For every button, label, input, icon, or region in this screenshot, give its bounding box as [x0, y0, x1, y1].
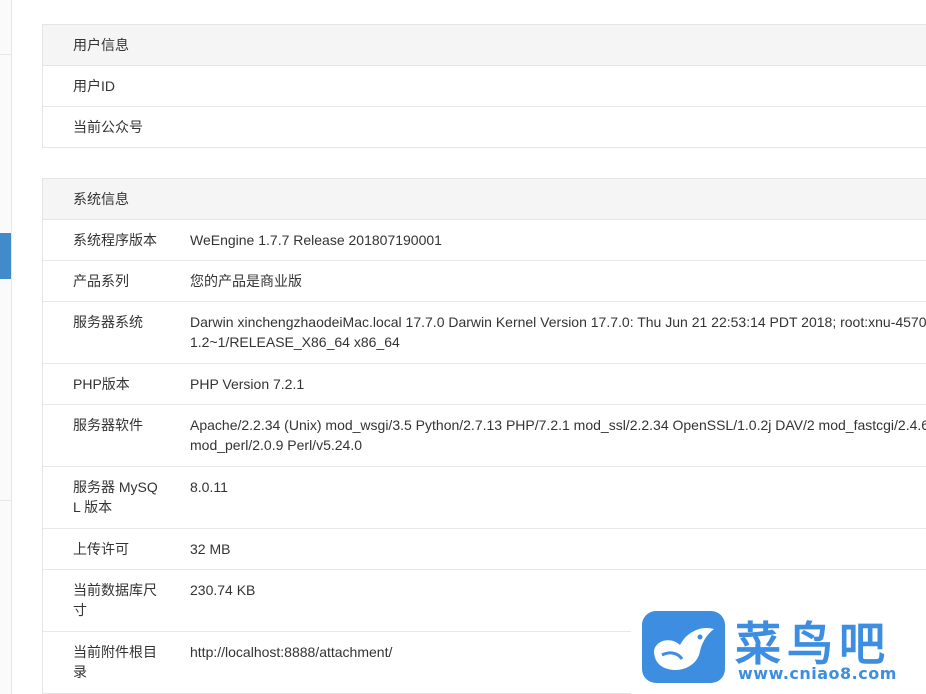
- info-row-program-version: 系统程序版本 WeEngine 1.7.7 Release 2018071900…: [43, 220, 926, 261]
- panel-heading: 用户信息: [43, 25, 926, 66]
- sidebar-edge: [0, 0, 12, 694]
- row-value: Apache/2.2.34 (Unix) mod_wsgi/3.5 Python…: [190, 417, 926, 453]
- info-row-server-os: 服务器系统 Darwin xinchengzhaodeiMac.local 17…: [43, 302, 926, 364]
- page: 用户信息 用户ID 当前公众号 系统信息 系统程序版本 WeEngine 1.7…: [0, 0, 926, 694]
- watermark-url: www.cniao8.com: [738, 664, 897, 683]
- info-row-upload-limit: 上传许可 32 MB: [43, 529, 926, 570]
- row-label: 用户ID: [73, 78, 115, 94]
- sidebar-divider: [0, 54, 11, 55]
- row-value: [190, 107, 926, 147]
- row-label: 当前附件根目录: [73, 644, 157, 680]
- row-value: Darwin xinchengzhaodeiMac.local 17.7.0 D…: [190, 314, 926, 350]
- row-value: PHP Version 7.2.1: [190, 376, 305, 392]
- info-row-user-id: 用户ID: [43, 66, 926, 107]
- sidebar-divider: [0, 500, 11, 501]
- sidebar-active-item[interactable]: [0, 233, 11, 279]
- row-value: [190, 66, 926, 106]
- row-label: 系统程序版本: [73, 232, 157, 248]
- panel-heading: 系统信息: [43, 179, 926, 220]
- row-label: 服务器软件: [73, 417, 143, 433]
- info-row-server-software: 服务器软件 Apache/2.2.34 (Unix) mod_wsgi/3.5 …: [43, 405, 926, 467]
- row-label: 服务器系统: [73, 314, 143, 330]
- row-label: 服务器 MySQL 版本: [73, 479, 158, 515]
- row-label: 当前公众号: [73, 119, 143, 135]
- info-row-current-account: 当前公众号: [43, 107, 926, 147]
- info-row-product-series: 产品系列 您的产品是商业版: [43, 261, 926, 302]
- row-value: 8.0.11: [190, 479, 228, 495]
- user-info-panel: 用户信息 用户ID 当前公众号: [42, 24, 926, 148]
- row-value: WeEngine 1.7.7 Release 201807190001: [190, 232, 442, 248]
- row-value: 您的产品是商业版: [190, 273, 302, 289]
- row-value: 32 MB: [190, 541, 231, 557]
- row-label: 当前数据库尺寸: [73, 582, 157, 618]
- row-label: 产品系列: [73, 273, 129, 289]
- info-row-php-version: PHP版本 PHP Version 7.2.1: [43, 364, 926, 405]
- row-label: PHP版本: [73, 376, 130, 392]
- site-watermark: 菜鸟吧 www.cniao8.com: [631, 600, 926, 694]
- info-row-mysql-version: 服务器 MySQL 版本 8.0.11: [43, 467, 926, 529]
- bird-logo-icon: [642, 611, 725, 683]
- row-label: 上传许可: [73, 541, 129, 557]
